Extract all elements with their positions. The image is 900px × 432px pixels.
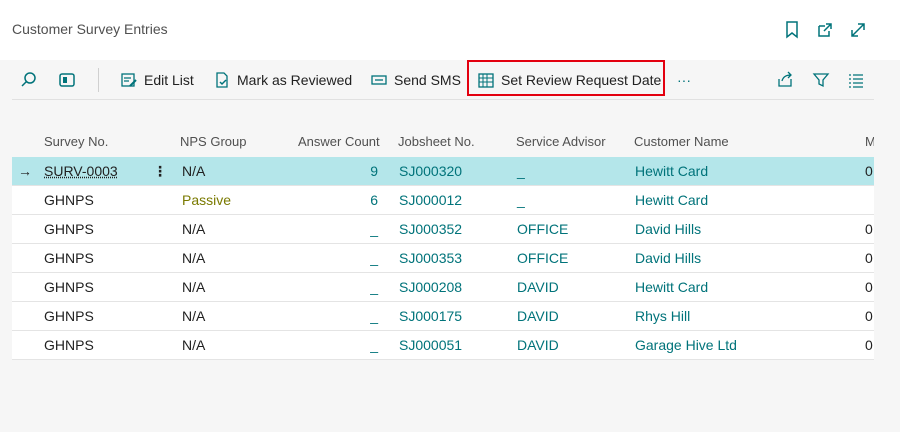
table-row[interactable]: GHNPS N/A _ SJ000208 DAVID Hewitt Card 0 bbox=[12, 273, 874, 302]
customer-name-cell[interactable]: David Hills bbox=[635, 250, 701, 266]
list-view-button[interactable] bbox=[847, 66, 865, 94]
jobsheet-no-cell[interactable]: SJ000208 bbox=[399, 279, 462, 295]
column-header-m[interactable]: M bbox=[865, 134, 874, 149]
expand-icon[interactable] bbox=[848, 20, 868, 40]
page-title: Customer Survey Entries bbox=[12, 21, 168, 37]
share-icon bbox=[776, 71, 794, 89]
search-icon bbox=[20, 71, 38, 89]
service-advisor-cell[interactable]: _ bbox=[517, 192, 525, 208]
customer-name-cell[interactable]: Rhys Hill bbox=[635, 308, 690, 324]
view-layout-icon bbox=[58, 71, 76, 89]
edit-list-button[interactable]: Edit List bbox=[120, 66, 194, 94]
m-cell: 0 bbox=[865, 279, 873, 295]
share-button[interactable] bbox=[776, 66, 794, 94]
list-view-icon bbox=[847, 71, 865, 89]
customer-name-cell[interactable]: Hewitt Card bbox=[635, 192, 708, 208]
survey-no-cell[interactable]: GHNPS bbox=[44, 221, 94, 237]
answer-count-cell[interactable]: 9 bbox=[370, 163, 378, 179]
row-selected-arrow-icon: → bbox=[18, 163, 32, 179]
edit-list-label: Edit List bbox=[144, 72, 194, 88]
answer-count-cell[interactable]: _ bbox=[370, 337, 378, 353]
column-header-jobsheet-no[interactable]: Jobsheet No. bbox=[398, 134, 475, 149]
sms-icon bbox=[370, 71, 388, 89]
nps-group-cell: N/A bbox=[182, 163, 206, 179]
m-cell: 0 bbox=[865, 250, 873, 266]
filter-button[interactable] bbox=[812, 66, 830, 94]
more-options-button[interactable]: ··· bbox=[677, 66, 691, 94]
column-header-survey-no[interactable]: Survey No. bbox=[44, 134, 108, 149]
jobsheet-no-cell[interactable]: SJ000051 bbox=[399, 337, 462, 353]
nps-group-cell: N/A bbox=[182, 337, 206, 353]
table-row[interactable]: GHNPS Passive 6 SJ000012 _ Hewitt Card bbox=[12, 186, 874, 215]
survey-no-cell[interactable]: GHNPS bbox=[44, 308, 94, 324]
mark-as-reviewed-button[interactable]: Mark as Reviewed bbox=[213, 66, 352, 94]
answer-count-cell[interactable]: 6 bbox=[370, 192, 378, 208]
table-row[interactable]: GHNPS N/A _ SJ000352 OFFICE David Hills … bbox=[12, 215, 874, 244]
mark-as-reviewed-label: Mark as Reviewed bbox=[237, 72, 353, 88]
service-advisor-cell[interactable]: OFFICE bbox=[517, 221, 568, 237]
answer-count-cell[interactable]: _ bbox=[370, 250, 378, 266]
customer-name-cell[interactable]: David Hills bbox=[635, 221, 701, 237]
nps-group-cell: N/A bbox=[182, 308, 206, 324]
column-header-answer-count[interactable]: Answer Count bbox=[298, 134, 380, 149]
column-header-service-advisor[interactable]: Service Advisor bbox=[516, 134, 606, 149]
customer-name-cell[interactable]: Hewitt Card bbox=[635, 279, 708, 295]
m-cell: 0 bbox=[865, 163, 873, 179]
survey-no-cell[interactable]: GHNPS bbox=[44, 337, 94, 353]
nps-group-cell: Passive bbox=[182, 192, 232, 208]
filter-icon bbox=[812, 71, 830, 89]
nps-group-cell: N/A bbox=[182, 279, 206, 295]
service-advisor-cell[interactable]: _ bbox=[517, 163, 525, 179]
survey-no-cell[interactable]: SURV-0003 bbox=[44, 163, 118, 179]
jobsheet-no-cell[interactable]: SJ000353 bbox=[399, 250, 462, 266]
open-new-window-icon[interactable] bbox=[815, 20, 835, 40]
m-cell: 0 bbox=[865, 308, 873, 324]
survey-no-cell[interactable]: GHNPS bbox=[44, 192, 94, 208]
view-layout-button[interactable] bbox=[58, 66, 76, 94]
answer-count-cell[interactable]: _ bbox=[370, 221, 378, 237]
survey-no-cell[interactable]: GHNPS bbox=[44, 250, 94, 266]
nps-group-cell: N/A bbox=[182, 221, 206, 237]
service-advisor-cell[interactable]: DAVID bbox=[517, 279, 559, 295]
answer-count-cell[interactable]: _ bbox=[370, 279, 378, 295]
customer-name-cell[interactable]: Hewitt Card bbox=[635, 163, 708, 179]
m-cell: 0 bbox=[865, 221, 873, 237]
answer-count-cell[interactable]: _ bbox=[370, 308, 378, 324]
customer-name-cell[interactable]: Garage Hive Ltd bbox=[635, 337, 737, 353]
toolbar-divider bbox=[98, 68, 99, 92]
service-advisor-cell[interactable]: DAVID bbox=[517, 337, 559, 353]
survey-no-cell[interactable]: GHNPS bbox=[44, 279, 94, 295]
toolbar-bottom-border bbox=[12, 99, 874, 100]
jobsheet-no-cell[interactable]: SJ000352 bbox=[399, 221, 462, 237]
send-sms-button[interactable]: Send SMS bbox=[370, 66, 461, 94]
document-check-icon bbox=[213, 71, 231, 89]
more-options-label: ··· bbox=[677, 72, 691, 88]
table-row[interactable]: GHNPS N/A _ SJ000175 DAVID Rhys Hill 0 bbox=[12, 302, 874, 331]
row-actions-icon[interactable]: ⋮ bbox=[153, 163, 167, 180]
service-advisor-cell[interactable]: DAVID bbox=[517, 308, 559, 324]
grid-header: Survey No. NPS Group Answer Count Jobshe… bbox=[12, 127, 874, 157]
service-advisor-cell[interactable]: OFFICE bbox=[517, 250, 568, 266]
jobsheet-no-cell[interactable]: SJ000320 bbox=[399, 163, 462, 179]
table-row[interactable]: → SURV-0003 ⋮ N/A 9 SJ000320 _ Hewitt Ca… bbox=[12, 157, 874, 186]
search-button[interactable] bbox=[20, 66, 38, 94]
page-header: Customer Survey Entries bbox=[0, 0, 900, 60]
action-toolbar: Edit List Mark as Reviewed Send SMS Set … bbox=[0, 60, 900, 100]
jobsheet-no-cell[interactable]: SJ000012 bbox=[399, 192, 462, 208]
table-row[interactable]: GHNPS N/A _ SJ000051 DAVID Garage Hive L… bbox=[12, 331, 874, 360]
edit-list-icon bbox=[120, 71, 138, 89]
send-sms-label: Send SMS bbox=[394, 72, 461, 88]
jobsheet-no-cell[interactable]: SJ000175 bbox=[399, 308, 462, 324]
survey-entries-grid: Survey No. NPS Group Answer Count Jobshe… bbox=[12, 127, 874, 360]
m-cell: 0 bbox=[865, 337, 873, 353]
table-row[interactable]: GHNPS N/A _ SJ000353 OFFICE David Hills … bbox=[12, 244, 874, 273]
bookmark-icon[interactable] bbox=[782, 20, 802, 40]
nps-group-cell: N/A bbox=[182, 250, 206, 266]
column-header-customer-name[interactable]: Customer Name bbox=[634, 134, 729, 149]
column-header-nps-group[interactable]: NPS Group bbox=[180, 134, 246, 149]
highlight-annotation bbox=[467, 60, 665, 96]
